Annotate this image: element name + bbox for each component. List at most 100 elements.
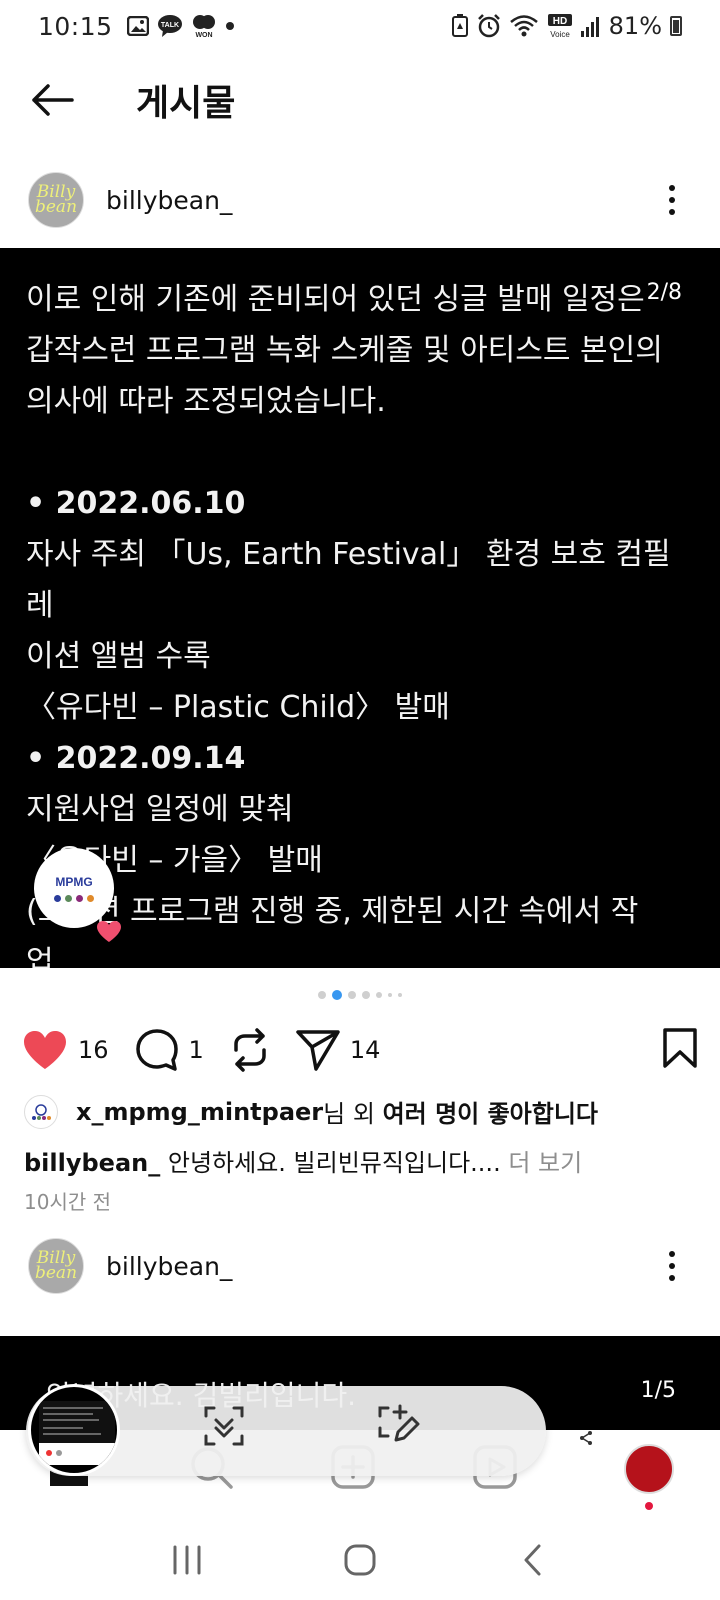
more-options-button[interactable] [652,170,692,230]
more-dot [669,197,675,203]
comments-count: 1 [188,1036,204,1064]
carousel-dot [362,991,370,999]
carousel-dot [376,992,382,998]
smart-select-button[interactable] [202,1404,246,1452]
avatar-text: bean [34,1263,78,1283]
smart-select-icon [204,1406,244,1446]
post-text-line [26,427,680,478]
share-screenshot-button[interactable] [578,1430,594,1450]
kakaotalk-icon: TALK [157,14,183,38]
chevron-left-icon [524,1544,541,1576]
post-text-line: • 2022.09.14 [26,741,246,776]
send-icon [296,1030,340,1071]
draw-screenshot-button[interactable] [376,1404,420,1452]
more-options-button[interactable] [652,1236,692,1296]
status-left: 10:15 TALK WON [38,12,235,41]
signal-icon [580,15,601,37]
home-circle-icon [344,1544,376,1576]
liker-username[interactable]: x_mpmg_mintpaer [76,1098,323,1126]
post-text-line: • 2022.06.10 [26,486,246,521]
battery-saver-icon [451,14,469,38]
caption-more-link[interactable]: 더 보기 [508,1149,582,1177]
comment-button[interactable]: 1 [135,1028,204,1072]
post-actions: 16 1 14 [0,1022,720,1078]
top-header: 게시물 [0,60,720,140]
recents-button[interactable] [147,1530,227,1590]
draw-screenshot-icon [378,1404,420,1442]
bookmark-button[interactable] [662,1028,698,1072]
more-dot [669,1275,675,1281]
nav-profile-avatar[interactable] [624,1444,674,1494]
brand-dot [54,894,61,902]
liked-by-line[interactable]: x_mpmg_mintpaer 님 외 여러 명이 좋아합니다 [24,1094,598,1129]
shares-count: 14 [349,1036,381,1064]
carousel-dot [388,993,392,997]
post-text-line: 이션 앨범 수록 [26,639,211,674]
more-dot [669,185,675,191]
home-button[interactable] [320,1530,400,1590]
voice-label: Voice [550,30,570,39]
avatar-text: bean [34,197,78,217]
avatar[interactable]: Billy bean [28,1238,84,1294]
post-header: Billy bean billybean_ [0,158,720,242]
won-icon: WON [191,13,217,39]
post-timestamp: 10시간 전 [24,1190,112,1214]
carousel-indicator [0,990,720,1000]
notification-dot [645,1502,653,1510]
hd-label: HD [552,16,566,27]
post-image[interactable]: 이로 인해 기존에 준비되어 있던 싱글 발매 일정은갑작스런 프로그램 녹화 … [0,248,720,968]
page-counter: 2/8 [646,280,682,305]
heart-badge-icon [96,920,122,948]
back-button[interactable] [12,60,92,140]
post-text-line: 〈유다빈 – 가을〉 발매 [26,843,323,878]
post-text-line: (오디션 프로그램 진행 중, 제한된 시간 속에서 작 [26,894,639,929]
carousel-dot [318,991,326,999]
carousel-dot [398,993,402,997]
brand-dot [76,894,83,902]
post-username[interactable]: billybean_ [106,1252,232,1281]
screenshot-toolbar [26,1384,546,1476]
battery-percent: 81% [608,12,662,40]
status-time: 10:15 [38,11,113,41]
heart-filled-icon [24,1031,66,1069]
post-text-line: 자사 주최 「Us, Earth Festival」 환경 보호 컴필레 [26,537,671,623]
system-back-button[interactable] [493,1530,573,1590]
status-right: HD Voice 81% [451,12,682,40]
liker-avatar [24,1094,58,1129]
caption-text: 안녕하세요. 빌리빈뮤직입니다.... [160,1149,509,1177]
gallery-icon [126,16,149,36]
battery-icon [670,16,682,36]
status-bar: 10:15 TALK WON HD Voice 81% [0,0,720,52]
post-image-text: 이로 인해 기존에 준비되어 있던 싱글 발매 일정은갑작스런 프로그램 녹화 … [26,274,680,968]
caption-username[interactable]: billybean_ [24,1149,160,1177]
page-title: 게시물 [136,83,236,124]
post-header: Billy bean billybean_ [0,1224,720,1308]
post-text-line: 의사에 따라 조정되었습니다. [26,384,386,419]
thumbnail-preview [39,1401,115,1465]
comment-icon [135,1029,178,1071]
post-text-line: 갑작스런 프로그램 녹화 스케줄 및 아티스트 본인의 [26,333,663,368]
liked-by-others[interactable]: 여러 명이 좋아합니다 [383,1094,598,1129]
alarm-icon [477,14,501,38]
notification-icons: TALK WON [126,13,235,39]
share-icon [580,1431,592,1445]
post-username[interactable]: billybean_ [106,186,232,215]
share-button[interactable]: 14 [296,1029,381,1071]
post-text-line: 이로 인해 기존에 준비되어 있던 싱글 발매 일정은 [26,282,645,317]
post-text-line: 지원사업 일정에 맞춰 [26,792,294,827]
talk-label: TALK [160,22,178,29]
post-text-line: 〈유다빈 – Plastic Child〉 발매 [26,690,450,725]
avatar[interactable]: Billy bean [28,172,84,228]
brand-badge[interactable]: MPMG [34,848,114,928]
post-caption: billybean_ 안녕하세요. 빌리빈뮤직입니다.... 더 보기 [24,1143,582,1178]
hd-voice-icon: HD Voice [547,13,573,39]
like-button[interactable]: 16 [22,1029,109,1071]
liked-by-suffix: 님 외 [323,1100,383,1128]
more-dot [669,209,675,215]
more-dot [669,1263,675,1269]
brand-dot [87,894,94,902]
repost-button[interactable] [230,1028,270,1072]
bookmark-icon [663,1028,697,1068]
screenshot-thumbnail[interactable] [28,1384,120,1476]
brand-badge-text: MPMG [55,874,93,889]
